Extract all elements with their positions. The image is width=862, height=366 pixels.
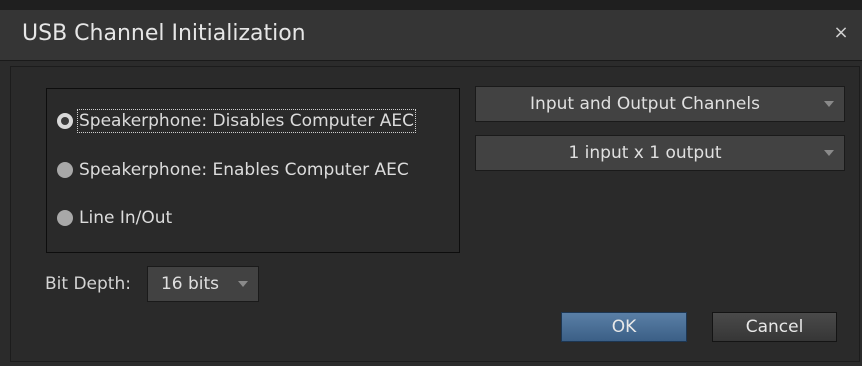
window-top-strip [0, 0, 862, 10]
channel-type-select[interactable]: Input and Output Channels [475, 86, 845, 122]
radio-label-line-in-out: Line In/Out [79, 208, 173, 228]
radio-button[interactable] [57, 210, 73, 226]
bit-depth-label: Bit Depth: [45, 274, 131, 294]
usb-channel-dialog: USB Channel Initialization × Speakerphon… [0, 0, 862, 366]
channel-count-value: 1 input x 1 output [568, 143, 722, 163]
radio-label-disables-aec: Speakerphone: Disables Computer AEC [77, 109, 416, 133]
cancel-button[interactable]: Cancel [712, 312, 837, 342]
close-icon[interactable]: × [830, 22, 852, 44]
radio-label-enables-aec: Speakerphone: Enables Computer AEC [79, 160, 409, 180]
radio-button[interactable] [57, 162, 73, 178]
title-bar[interactable]: USB Channel Initialization × [0, 10, 862, 61]
bit-depth-select[interactable]: 16 bits [147, 266, 259, 302]
radio-option-line-in-out[interactable]: Line In/Out [57, 204, 172, 232]
bit-depth-value: 16 bits [160, 274, 220, 294]
radio-button-selected[interactable] [57, 113, 73, 129]
radio-option-disables-aec[interactable]: Speakerphone: Disables Computer AEC [57, 107, 416, 135]
radio-option-enables-aec[interactable]: Speakerphone: Enables Computer AEC [57, 156, 409, 184]
mode-radio-group: Speakerphone: Disables Computer AEC Spea… [46, 88, 460, 253]
chevron-down-icon [238, 281, 248, 287]
chevron-down-icon [824, 150, 834, 156]
channel-count-select[interactable]: 1 input x 1 output [475, 135, 845, 171]
channel-type-value: Input and Output Channels [530, 94, 760, 114]
dialog-title: USB Channel Initialization [22, 21, 306, 46]
ok-button[interactable]: OK [561, 312, 687, 342]
chevron-down-icon [824, 101, 834, 107]
